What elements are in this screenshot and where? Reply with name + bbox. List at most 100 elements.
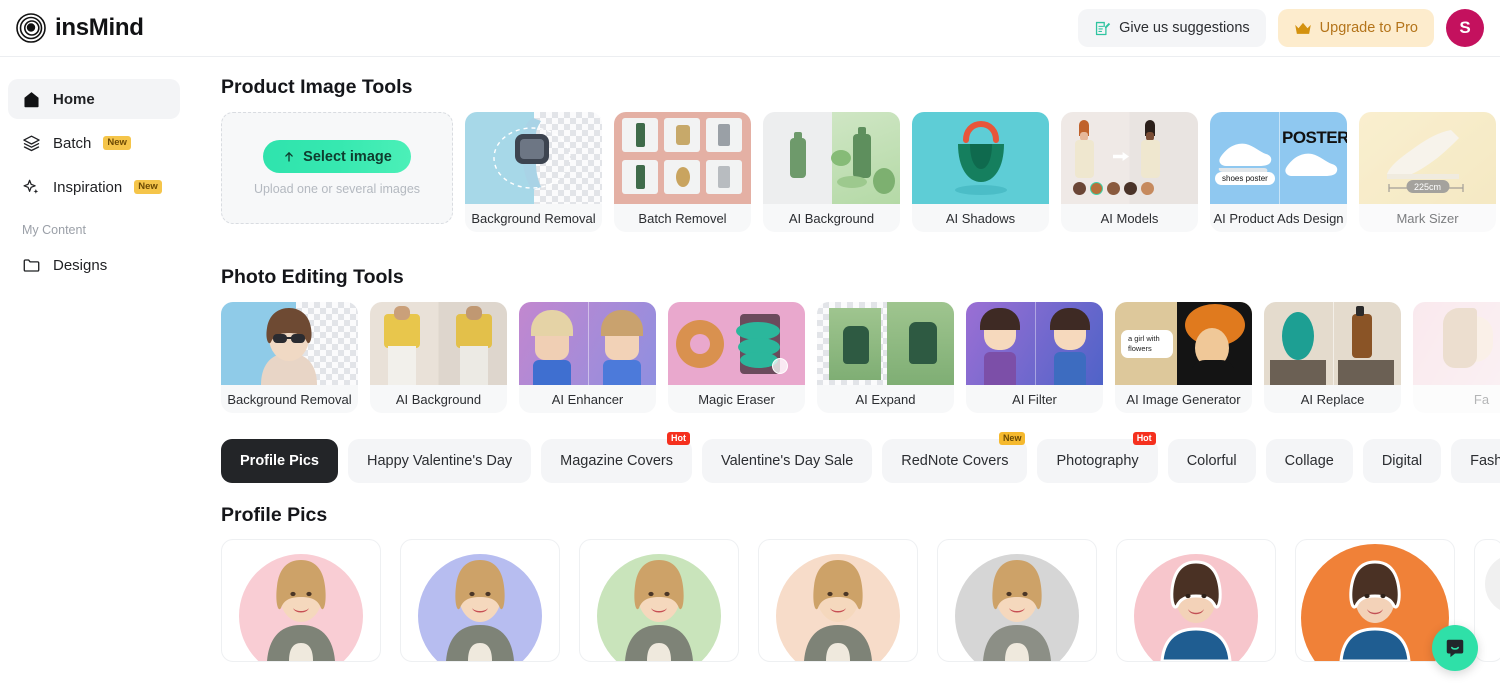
portrait-blonde — [983, 560, 1051, 661]
sidebar-item-batch[interactable]: Batch New — [8, 123, 180, 163]
portrait-blonde — [446, 560, 514, 661]
gallery-card[interactable] — [400, 539, 560, 662]
upload-hint: Upload one or several images — [253, 182, 421, 196]
tool-thumbnail — [1413, 302, 1500, 385]
tool-thumbnail: shoes poster POSTER — [1210, 112, 1347, 204]
chat-bubble-icon — [1446, 639, 1464, 658]
sizer-caption: 225cm — [1405, 180, 1450, 193]
chip-valentines-day-sale[interactable]: Valentine's Day Sale — [701, 439, 873, 483]
give-suggestions-button[interactable]: Give us suggestions — [1078, 9, 1266, 47]
tool-label: Mark Sizer — [1396, 210, 1459, 226]
gallery-card[interactable] — [1116, 539, 1276, 662]
upload-arrow-icon — [285, 151, 293, 162]
tool-thumbnail — [614, 112, 751, 204]
tool-card-background-removal[interactable]: Background Removal — [465, 112, 602, 232]
tool-thumbnail — [370, 302, 507, 385]
user-avatar[interactable]: S — [1446, 9, 1484, 47]
tool-card-ai-shadows[interactable]: AI Shadows — [912, 112, 1049, 232]
sidebar-item-label: Designs — [53, 256, 108, 274]
tool-card-background-removal-2[interactable]: Background Removal — [221, 302, 358, 413]
girl-sunglasses-illustration — [261, 308, 317, 385]
chip-magazine-covers[interactable]: Magazine Covers Hot — [541, 432, 692, 483]
tool-card-ai-expand[interactable]: AI Expand — [817, 302, 954, 413]
category-chips: Profile Pics Happy Valentine's Day Magaz… — [188, 432, 1500, 483]
product-tools-title: Product Image Tools — [221, 76, 413, 98]
tool-card-face-tool[interactable]: Fa — [1413, 302, 1500, 413]
chip-badge-hot: Hot — [1132, 432, 1156, 445]
tool-label: AI Expand — [855, 391, 916, 407]
shoe-right-illustration — [1285, 153, 1338, 176]
tool-label: AI Background — [788, 210, 875, 226]
tool-card-ai-models[interactable]: AI Models — [1061, 112, 1198, 232]
chip-label: Profile Pics — [240, 453, 319, 469]
edit-note-icon — [1095, 21, 1111, 35]
tool-card-ai-background-2[interactable]: AI Background — [370, 302, 507, 413]
sidebar-item-designs[interactable]: Designs — [8, 245, 180, 285]
select-image-label: Select image — [303, 148, 392, 165]
tool-card-magic-eraser[interactable]: Magic Eraser — [668, 302, 805, 413]
chip-label: Magazine Covers — [560, 453, 673, 469]
sidebar-item-label: Home — [53, 90, 95, 108]
sidebar-item-inspiration[interactable]: Inspiration New — [8, 167, 180, 207]
sidebar-item-label: Batch — [53, 134, 92, 152]
tool-label: AI Background — [395, 391, 482, 407]
avatar-initial: S — [1459, 18, 1471, 37]
portrait-blonde — [804, 560, 872, 661]
sidebar-item-label: Inspiration — [53, 178, 123, 196]
chip-collage[interactable]: Collage — [1265, 439, 1353, 483]
tool-card-batch-removel[interactable]: Batch Removel — [614, 112, 751, 232]
tool-card-ai-replace[interactable]: AI Replace — [1264, 302, 1401, 413]
sparkle-icon — [23, 179, 39, 194]
tool-card-ai-filter[interactable]: AI Filter — [966, 302, 1103, 413]
app-logo[interactable]: insMind — [16, 13, 144, 43]
tool-card-mark-sizer[interactable]: 225cm Mark Sizer — [1359, 112, 1496, 232]
home-icon — [24, 91, 39, 107]
gallery-card[interactable] — [1474, 539, 1500, 662]
gallery-card-bg — [1485, 554, 1500, 614]
gallery-card[interactable] — [221, 539, 381, 662]
chip-colorful[interactable]: Colorful — [1167, 439, 1256, 483]
support-chat-button[interactable] — [1432, 625, 1478, 671]
photo-tools-title: Photo Editing Tools — [221, 266, 404, 288]
upgrade-to-pro-button[interactable]: Upgrade to Pro — [1277, 9, 1434, 47]
tool-label: AI Shadows — [945, 210, 1016, 226]
chip-happy-valentines-day[interactable]: Happy Valentine's Day — [347, 439, 532, 483]
chip-photography[interactable]: Photography Hot — [1037, 432, 1158, 483]
portrait-blonde — [267, 560, 335, 661]
give-suggestions-label: Give us suggestions — [1119, 20, 1250, 36]
tool-label: AI Enhancer — [551, 391, 624, 407]
chip-badge-new: New — [998, 432, 1026, 445]
sidebar-badge-new: New — [134, 180, 162, 194]
tool-thumbnail — [966, 302, 1103, 385]
crown-icon — [1294, 22, 1311, 34]
portrait-brunette — [1339, 560, 1411, 661]
tool-label: Magic Eraser — [698, 391, 775, 407]
gallery-title: Profile Pics — [221, 504, 328, 526]
chip-digital[interactable]: Digital — [1362, 439, 1442, 483]
main-content: Product Image Tools Select image Upload … — [188, 57, 1500, 683]
gallery-card[interactable] — [758, 539, 918, 662]
chip-fashion[interactable]: Fashion — [1451, 439, 1500, 483]
sidebar-item-home[interactable]: Home — [8, 79, 180, 119]
tool-card-ai-product-ads-design[interactable]: shoes poster POSTER AI Product Ads Desig… — [1210, 112, 1347, 232]
tool-thumbnail — [465, 112, 602, 204]
upload-dropzone[interactable]: Select image Upload one or several image… — [221, 112, 453, 224]
gallery-card[interactable] — [579, 539, 739, 662]
gallery-card[interactable] — [1295, 539, 1455, 662]
gallery-card[interactable] — [937, 539, 1097, 662]
tool-thumbnail — [817, 302, 954, 385]
tool-card-ai-enhancer[interactable]: AI Enhancer — [519, 302, 656, 413]
chip-profile-pics[interactable]: Profile Pics — [221, 439, 338, 483]
chip-rednote-covers[interactable]: RedNote Covers New — [882, 432, 1028, 483]
tool-label: AI Product Ads Design — [1213, 210, 1344, 226]
watch-illustration — [493, 118, 571, 190]
chip-label: Colorful — [1186, 453, 1237, 469]
chip-label: Happy Valentine's Day — [366, 453, 513, 469]
chip-label: RedNote Covers — [901, 453, 1009, 469]
tool-card-ai-image-generator[interactable]: a girl with flowers AI Image Generator — [1115, 302, 1252, 413]
poster-text: POSTER — [1282, 128, 1347, 147]
tool-card-ai-background[interactable]: AI Background — [763, 112, 900, 232]
select-image-button[interactable]: Select image — [263, 140, 411, 173]
logo-text: insMind — [55, 14, 144, 41]
product-tools-row: Select image Upload one or several image… — [188, 112, 1500, 232]
